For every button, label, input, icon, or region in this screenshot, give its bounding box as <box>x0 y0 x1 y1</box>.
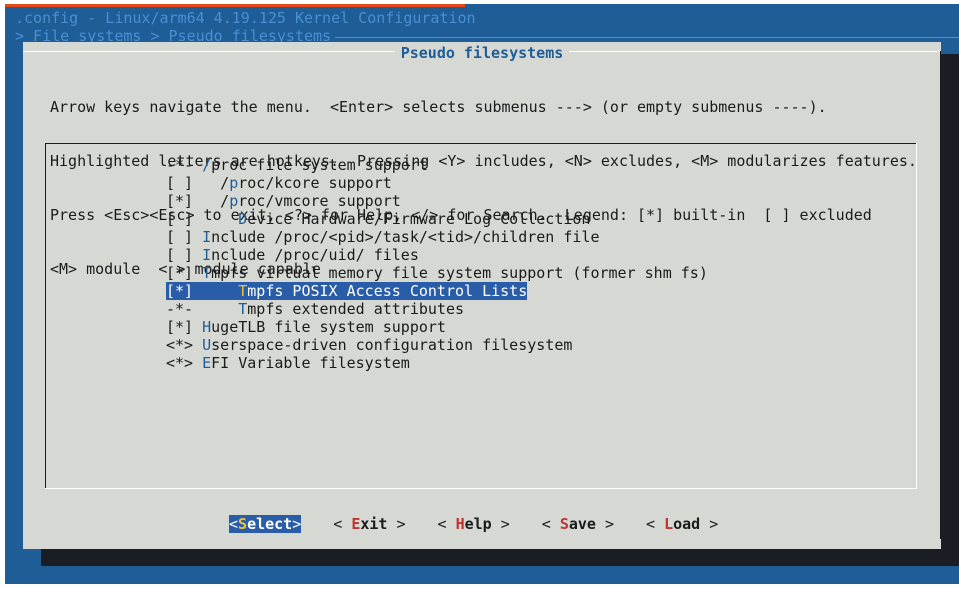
menu-item-label: proc file system support <box>211 156 428 174</box>
button-close-bracket: > <box>491 515 510 533</box>
button-open-bracket: < <box>333 515 352 533</box>
button-close-bracket: > <box>595 515 614 533</box>
dialog-right-border <box>940 51 941 539</box>
dialog-title: Pseudo filesystems <box>23 44 941 62</box>
button-open-bracket: < <box>646 515 665 533</box>
button-hotkey: E <box>351 515 361 533</box>
button-hotkey: L <box>664 515 674 533</box>
help-line: Arrow keys navigate the menu. <Enter> se… <box>50 98 827 116</box>
menu-item[interactable]: [ ] Include /proc/<pid>/task/<tid>/child… <box>166 228 599 246</box>
button-label: elect <box>247 515 293 533</box>
menu-item-prefix: <*> <box>166 336 203 354</box>
menu-item-hotkey: p <box>229 192 239 210</box>
menu-item[interactable]: [*] HugeTLB file system support <box>166 318 446 336</box>
menu-item-hotkey: T <box>202 264 212 282</box>
menu-item-prefix: -*- <box>166 300 239 318</box>
menu-item[interactable]: [ ] /proc/kcore support <box>166 174 392 192</box>
button-label: elp <box>464 515 492 533</box>
menu-box-bottom <box>45 488 917 489</box>
menu-item-label: serspace-driven configuration filesystem <box>211 336 573 354</box>
menu-item-label: FI Variable filesystem <box>211 354 410 372</box>
breadcrumb-rule <box>335 37 959 38</box>
button-close-bracket: > <box>292 515 302 533</box>
menu-item-hotkey: I <box>202 228 212 246</box>
button-open-bracket: < <box>541 515 560 533</box>
menu-item-label: mpfs virtual memory file system support … <box>211 264 708 282</box>
menu-item-hotkey: p <box>229 174 239 192</box>
menu-item-hotkey: / <box>202 156 212 174</box>
menu-item[interactable]: -*- /proc file system support <box>166 156 428 174</box>
menu-item-prefix: [*] <box>166 264 203 282</box>
menu-item-hotkey: D <box>238 210 248 228</box>
menu-item-hotkey: U <box>202 336 212 354</box>
menu-item-label: mpfs extended attributes <box>247 300 465 318</box>
button-close-bracket: > <box>387 515 406 533</box>
button-hotkey: S <box>238 515 248 533</box>
button-label: xit <box>360 515 388 533</box>
exit-button[interactable]: < Exit > <box>333 515 405 533</box>
menu-item[interactable]: -*- Tmpfs extended attributes <box>166 300 464 318</box>
menu-item-prefix: [ ] / <box>166 174 230 192</box>
select-button[interactable]: <Select> <box>229 515 302 533</box>
menu-item-hotkey: T <box>238 300 248 318</box>
menu-item-label: nclude /proc/uid/ files <box>211 246 419 264</box>
menu-item-label: roc/vmcore support <box>238 192 401 210</box>
menu-item[interactable]: [ ] Device Hardware/Firmware Log Collect… <box>166 210 590 228</box>
button-hotkey: H <box>455 515 465 533</box>
menu-item[interactable]: <*> Userspace-driven configuration files… <box>166 336 572 354</box>
menu-item-hotkey: T <box>238 282 248 300</box>
save-button[interactable]: < Save > <box>542 515 614 533</box>
menu-item-prefix: [*] <box>166 318 203 336</box>
window-title: .config - Linux/arm64 4.19.125 Kernel Co… <box>15 9 476 27</box>
menu-box: -*- /proc file system support[ ] /proc/k… <box>45 143 917 489</box>
button-row: <Select> < Exit > < Help > < Save > < Load > <box>229 515 750 533</box>
menu-item-label: mpfs POSIX Access Control Lists <box>247 282 528 300</box>
menuconfig-dialog: Pseudo filesystems Arrow keys navigate t… <box>23 42 941 549</box>
menu-item[interactable]: [*] /proc/vmcore support <box>166 192 401 210</box>
menu-item-hotkey: E <box>202 354 212 372</box>
menu-item-label: nclude /proc/<pid>/task/<tid>/children f… <box>211 228 600 246</box>
menu-item-prefix: -*- <box>166 156 203 174</box>
menu-item-prefix: [ ] <box>166 246 203 264</box>
menu-item[interactable]: <*> EFI Variable filesystem <box>166 354 410 372</box>
menu-item-selected[interactable]: [*] Tmpfs POSIX Access Control Lists <box>166 282 528 300</box>
menu-item-label: evice Hardware/Firmware Log Collection <box>247 210 591 228</box>
menu-box-left <box>45 143 46 489</box>
menu-box-top <box>45 143 917 144</box>
terminal-window: .config - Linux/arm64 4.19.125 Kernel Co… <box>5 4 959 584</box>
menu-box-right <box>916 143 917 489</box>
help-button[interactable]: < Help > <box>438 515 510 533</box>
button-label: oad <box>673 515 701 533</box>
menu-item-label: roc/kcore support <box>238 174 392 192</box>
menu-item-prefix: [ ] <box>166 210 239 228</box>
menu-item-label: ugeTLB file system support <box>211 318 446 336</box>
button-open-bracket: < <box>229 515 239 533</box>
menu-item[interactable]: [*] Tmpfs virtual memory file system sup… <box>166 264 708 282</box>
menu-list: -*- /proc file system support[ ] /proc/k… <box>166 156 708 372</box>
menu-item-hotkey: H <box>202 318 212 336</box>
tab-indicator <box>5 4 465 7</box>
menu-item[interactable]: [ ] Include /proc/uid/ files <box>166 246 419 264</box>
menu-item-hotkey: I <box>202 246 212 264</box>
load-button[interactable]: < Load > <box>646 515 718 533</box>
button-close-bracket: > <box>700 515 719 533</box>
button-label: ave <box>568 515 596 533</box>
menu-item-prefix: <*> <box>166 354 203 372</box>
button-hotkey: S <box>559 515 569 533</box>
menu-item-prefix: [*] / <box>166 192 230 210</box>
dialog-title-text: Pseudo filesystems <box>394 44 570 62</box>
menu-item-prefix: [ ] <box>166 228 203 246</box>
menu-item-prefix: [*] <box>166 282 239 300</box>
button-open-bracket: < <box>437 515 456 533</box>
